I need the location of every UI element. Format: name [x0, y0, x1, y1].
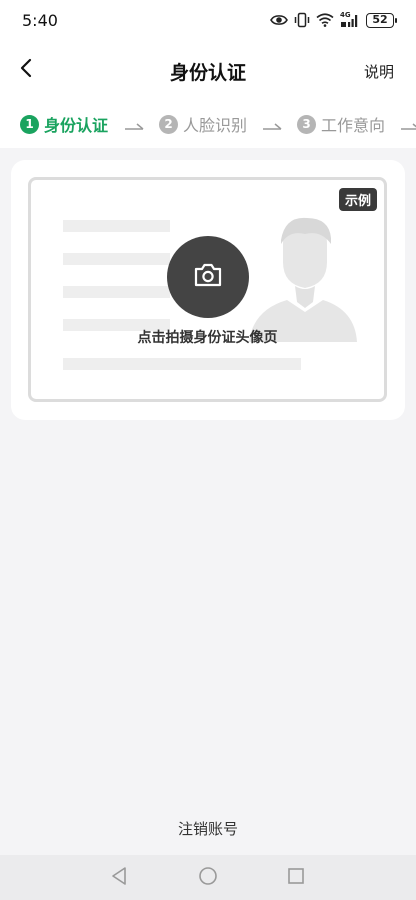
step-label: 人脸识别 — [183, 116, 248, 135]
page-title: 身份认证 — [169, 62, 246, 84]
eye-icon — [270, 13, 288, 27]
header: 身份认证 说明 — [0, 48, 416, 92]
status-bar: 5:40 4G 52 — [0, 0, 416, 40]
step-face-recognition: 2 人脸识别 — [159, 111, 247, 137]
step-work-intention: 3 工作意向 — [297, 111, 385, 137]
example-tag: 示例 — [338, 188, 377, 211]
camera-button[interactable] — [167, 236, 249, 318]
step-indicator: 1 身份认证 2 人脸识别 3 工作意向 — [20, 111, 416, 137]
capture-instruction: 点击拍摄身份证头像页 — [137, 330, 278, 346]
placeholder-line — [63, 253, 170, 265]
battery-icon: 52 — [366, 12, 397, 28]
id-card-section: 点击拍摄身份证头像页 示例 — [11, 160, 405, 420]
wifi-icon — [316, 13, 334, 27]
step-label: 身份认证 — [44, 116, 109, 135]
nav-home-button[interactable] — [197, 867, 219, 889]
status-icons: 4G 52 — [270, 10, 397, 30]
step-number: 1 — [20, 114, 39, 134]
placeholder-line — [63, 220, 170, 232]
signal-icon: 4G — [340, 11, 360, 28]
step-arrow-icon — [262, 118, 282, 137]
step-arrow-icon — [400, 118, 416, 137]
nav-back-button[interactable] — [108, 867, 130, 889]
step-number: 3 — [297, 114, 316, 134]
step-arrow-icon — [124, 118, 144, 137]
step-number: 2 — [159, 114, 178, 134]
step-label: 工作意向 — [321, 116, 386, 135]
placeholder-line — [63, 286, 170, 298]
recents-square-icon — [287, 867, 305, 889]
back-triangle-icon — [110, 866, 128, 890]
nav-recents-button[interactable] — [285, 867, 307, 889]
cancel-account-link[interactable]: 注销账号 — [0, 818, 416, 839]
status-time: 5:40 — [22, 11, 58, 30]
camera-icon — [193, 262, 223, 292]
system-nav-bar — [0, 855, 416, 900]
help-link[interactable]: 说明 — [364, 61, 394, 82]
step-identity: 1 身份认证 — [20, 111, 108, 137]
placeholder-line — [63, 358, 301, 370]
vibrate-icon — [294, 12, 310, 28]
home-circle-icon — [198, 866, 218, 890]
id-card-capture-area[interactable]: 点击拍摄身份证头像页 示例 — [28, 177, 387, 402]
